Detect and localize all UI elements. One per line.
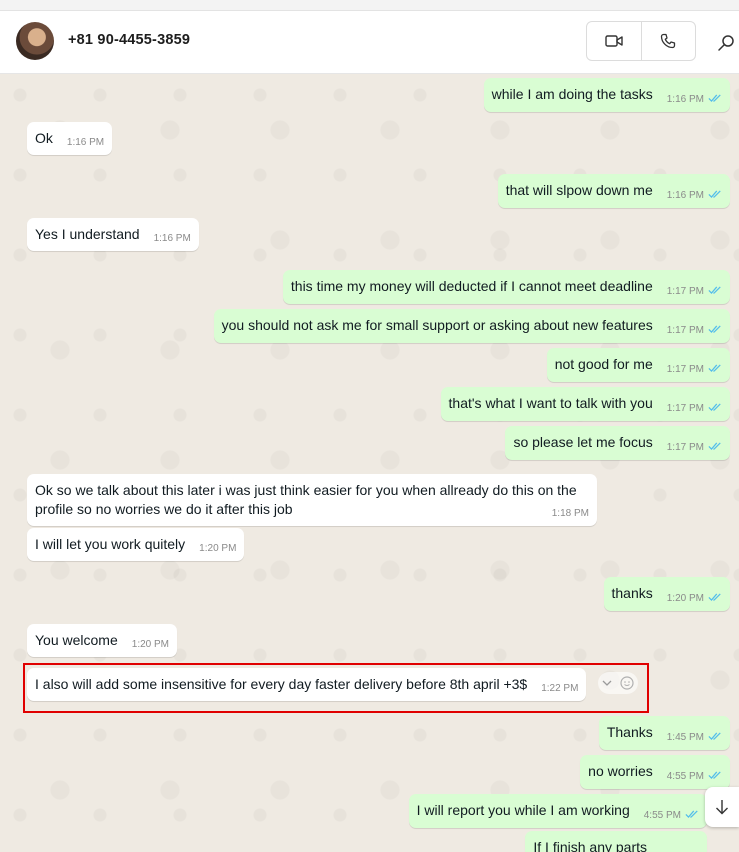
message-actions [598, 672, 638, 694]
message-bubble-incoming[interactable]: I will let you work quitely 1:20 PM [27, 528, 245, 561]
message-text: Ok so we talk about this later i was jus… [35, 482, 581, 517]
message-time: 1:16 PM [666, 190, 704, 201]
message-time: 4:55 PM [666, 771, 704, 782]
message-meta: 1:17 PM [667, 402, 722, 415]
message-bubble-outgoing[interactable]: not good for me 1:17 PM [546, 348, 730, 382]
message-text: thanks [611, 585, 653, 601]
message-meta: 1:17 PM [667, 363, 722, 376]
chat-header: +81 90-4455-3859 [0, 11, 739, 74]
scroll-to-bottom-button[interactable] [705, 787, 739, 827]
message-time: 1:16 PM [66, 137, 105, 148]
message-text: Yes I understand [35, 226, 140, 242]
message-bubble-outgoing[interactable]: you should not ask me for small support … [213, 309, 730, 343]
video-call-icon [605, 35, 623, 47]
message-text: you should not ask me for small support … [221, 317, 653, 333]
read-ticks-icon [708, 325, 721, 333]
message-bubble-outgoing[interactable]: Thanks 1:45 PM [598, 716, 730, 750]
message-time: 1:45 PM [666, 732, 704, 743]
read-ticks-icon [708, 94, 721, 102]
message-time: 1:17 PM [666, 325, 704, 336]
read-ticks-icon [708, 403, 721, 411]
read-ticks-icon [708, 593, 721, 601]
message-time: 1:18 PM [551, 508, 589, 519]
message-time: 1:20 PM [199, 543, 237, 554]
arrow-down-icon [716, 800, 728, 815]
message-bubble-outgoing-partial[interactable]: If I finish any parts [525, 831, 707, 852]
read-ticks-icon [708, 364, 721, 372]
message-bubble-outgoing[interactable]: so please let me focus 1:17 PM [505, 426, 730, 460]
message-text: If I finish any parts [533, 839, 647, 852]
message-text: I will report you while I am working [416, 802, 630, 818]
message-bubble-incoming[interactable]: You welcome 1:20 PM [27, 624, 178, 657]
message-meta: 4:55 PM [667, 770, 722, 783]
message-meta: 1:16 PM [667, 189, 722, 202]
message-text: no worries [588, 763, 653, 779]
message-bubble-incoming-highlighted[interactable]: I also will add some insensitive for eve… [27, 668, 587, 701]
message-bubble-incoming[interactable]: Ok so we talk about this later i was jus… [27, 474, 597, 526]
message-time: 1:17 PM [666, 364, 704, 375]
message-bubble-outgoing[interactable]: while I am doing the tasks 1:16 PM [483, 78, 730, 112]
message-text: Ok [35, 130, 53, 146]
window-top-strip [0, 0, 739, 11]
message-time: 1:17 PM [666, 442, 704, 453]
message-list[interactable]: while I am doing the tasks 1:16 PM Ok 1:… [0, 75, 739, 852]
message-text: not good for me [554, 356, 653, 372]
message-time: 1:17 PM [666, 403, 704, 414]
chevron-down-icon[interactable] [602, 679, 612, 687]
message-text: Thanks [606, 724, 653, 740]
message-text: I will let you work quitely [35, 536, 186, 552]
message-bubble-outgoing[interactable]: no worries 4:55 PM [580, 755, 730, 789]
message-bubble-incoming[interactable]: Yes I understand 1:16 PM [27, 218, 199, 251]
message-bubble-outgoing[interactable]: this time my money will deducted if I ca… [282, 270, 730, 304]
message-text: while I am doing the tasks [491, 86, 653, 102]
message-bubble-outgoing[interactable]: that will slpow down me 1:16 PM [497, 174, 730, 208]
message-time: 1:16 PM [153, 233, 191, 244]
search-icon[interactable] [716, 33, 736, 53]
read-ticks-icon [708, 286, 721, 294]
message-text: so please let me focus [513, 434, 653, 450]
message-time: 1:22 PM [541, 683, 579, 694]
message-bubble-outgoing[interactable]: thanks 1:20 PM [603, 577, 730, 611]
emoji-react-icon[interactable] [620, 676, 634, 690]
read-ticks-icon [708, 190, 721, 198]
voice-call-icon [661, 33, 676, 49]
message-text: this time my money will deducted if I ca… [290, 278, 653, 294]
message-meta: 1:16 PM [667, 93, 722, 106]
message-text: I also will add some insensitive for eve… [35, 676, 528, 692]
message-text: that's what I want to talk with you [448, 395, 653, 411]
call-button-group [586, 21, 696, 61]
message-meta: 1:17 PM [667, 441, 722, 454]
message-meta: 1:17 PM [667, 324, 722, 337]
message-meta: 4:55 PM [644, 809, 699, 822]
contact-name[interactable]: +81 90-4455-3859 [68, 32, 190, 48]
message-time: 1:16 PM [666, 94, 704, 105]
message-text: You welcome [35, 632, 118, 648]
message-bubble-incoming[interactable]: Ok 1:16 PM [27, 122, 113, 155]
read-ticks-icon [685, 810, 698, 818]
video-call-button[interactable] [587, 22, 641, 60]
message-text: that will slpow down me [505, 182, 653, 198]
message-meta: 1:20 PM [667, 592, 722, 605]
read-ticks-icon [708, 442, 721, 450]
message-meta: 1:17 PM [667, 285, 722, 298]
message-time: 1:17 PM [666, 286, 704, 297]
read-ticks-icon [708, 771, 721, 779]
message-bubble-outgoing[interactable]: that's what I want to talk with you 1:17… [440, 387, 730, 421]
message-time: 1:20 PM [666, 593, 704, 604]
message-meta: 1:45 PM [667, 731, 722, 744]
avatar[interactable] [16, 22, 54, 60]
message-time: 4:55 PM [643, 810, 681, 821]
read-ticks-icon [708, 732, 721, 740]
message-bubble-outgoing[interactable]: I will report you while I am working 4:5… [408, 794, 707, 828]
message-time: 1:20 PM [131, 639, 170, 650]
voice-call-button[interactable] [640, 22, 696, 60]
